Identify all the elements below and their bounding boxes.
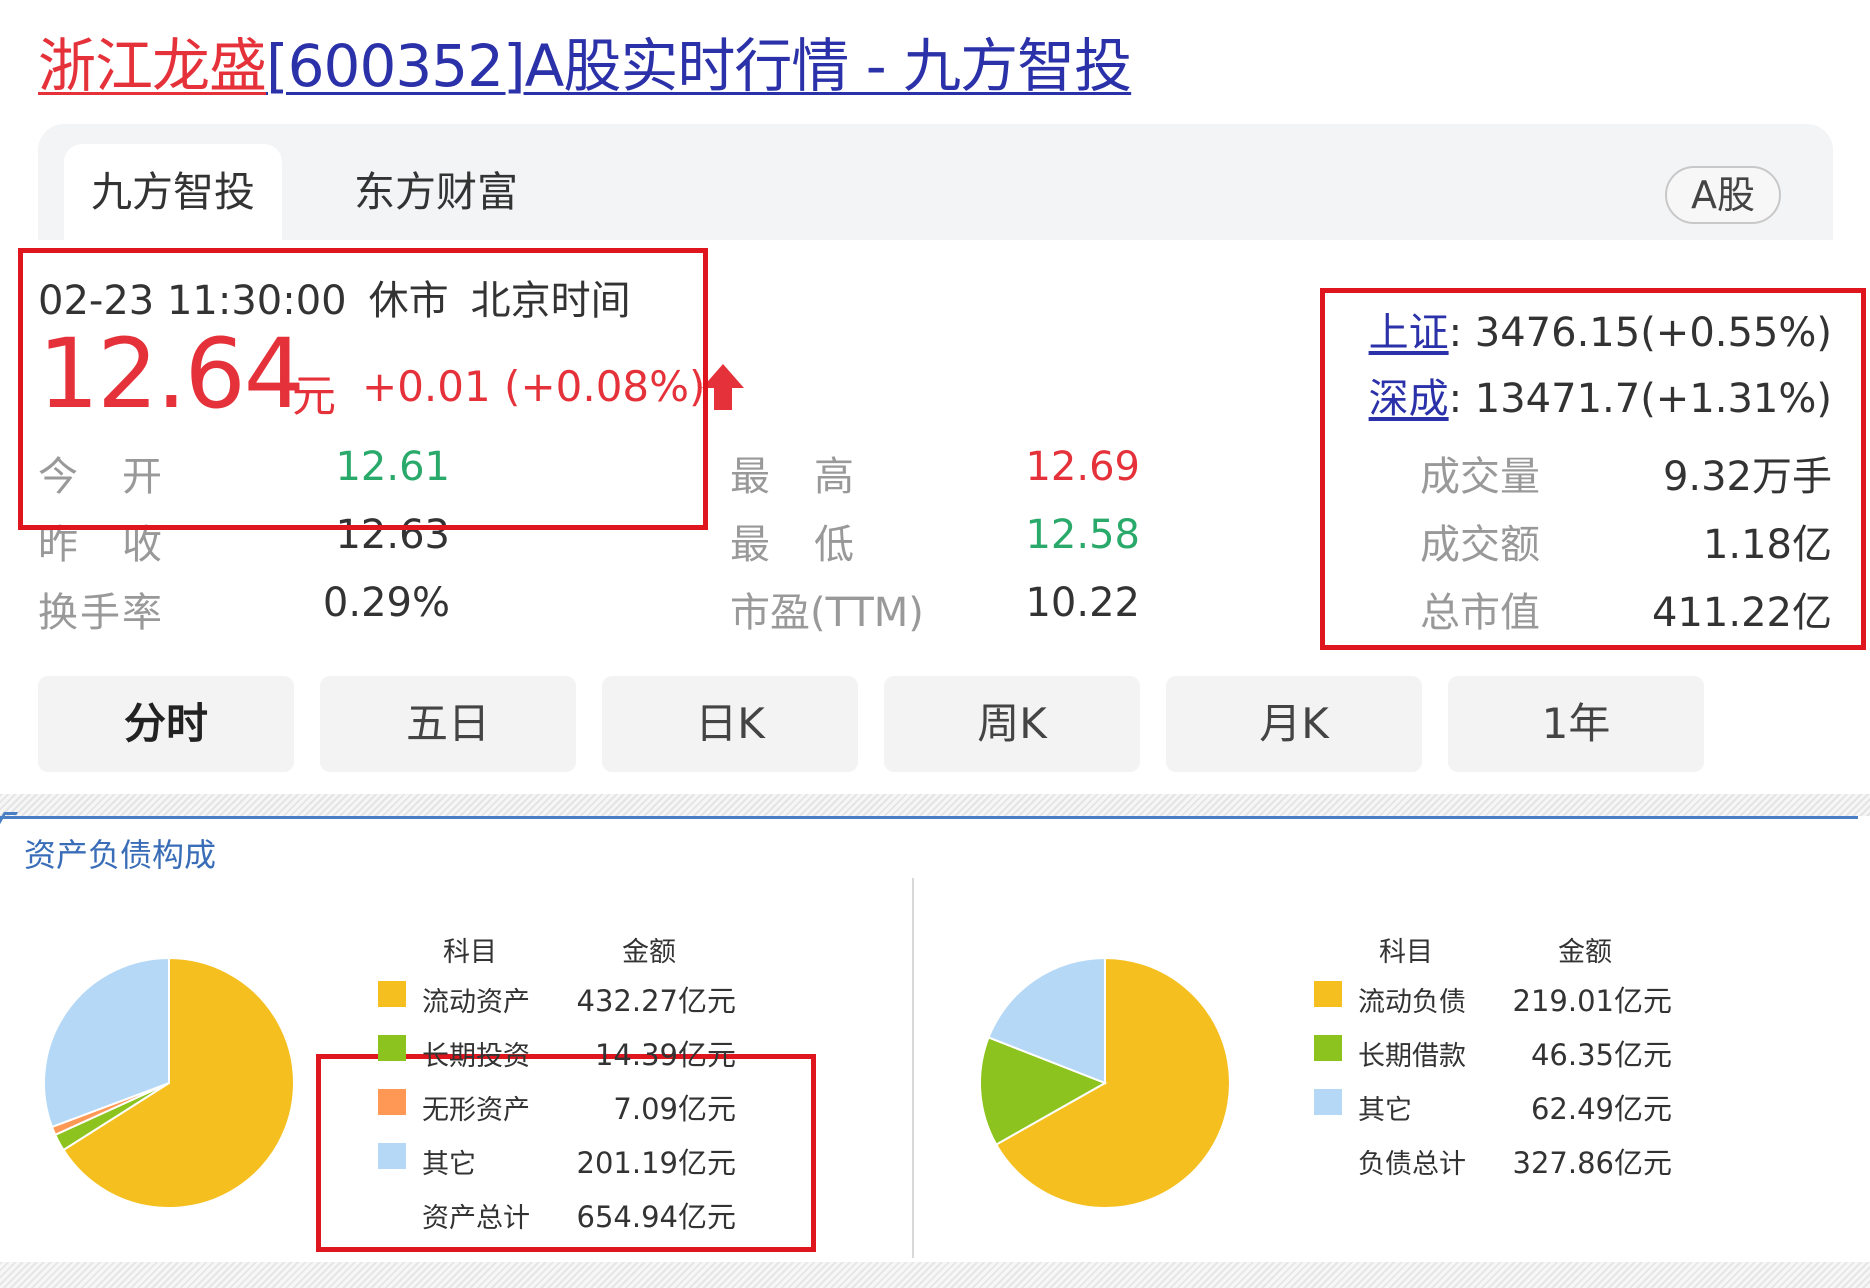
amount-label: 成交额 bbox=[1420, 522, 1540, 568]
legend-amount-intangible-assets: 7.09亿元 bbox=[613, 1092, 736, 1126]
legend-swatch-long-term-loans bbox=[1314, 1035, 1342, 1061]
pe-value: 10.22 bbox=[1025, 580, 1140, 626]
tab-dongfang[interactable]: 东方财富 bbox=[316, 144, 556, 240]
current-price: 12.64 bbox=[38, 318, 305, 430]
price-change: +0.01 (+0.08%) bbox=[362, 362, 706, 411]
legend-amount-current-liabilities: 219.01亿元 bbox=[1512, 984, 1672, 1018]
timezone-label: 北京时间 bbox=[470, 278, 631, 324]
legend-amount-current-assets: 432.27亿元 bbox=[576, 984, 736, 1018]
pe-label: 市盈(TTM) bbox=[730, 590, 924, 636]
liabilities-pie-chart bbox=[979, 956, 1231, 1209]
source-tab-bar: 九方智投 东方财富 A股 bbox=[38, 124, 1833, 240]
period-btn-intraday[interactable]: 分时 bbox=[38, 676, 294, 772]
section-title: 资产负债构成 bbox=[24, 836, 217, 874]
market-status: 休市 bbox=[368, 278, 449, 324]
assets-legend-head-item: 科目 bbox=[443, 937, 497, 968]
amount-value: 1.18亿 bbox=[1702, 522, 1832, 568]
legend-amount-other-liabilities: 62.49亿元 bbox=[1530, 1092, 1672, 1126]
legend-name-intangible-assets: 无形资产 bbox=[422, 1095, 530, 1126]
turnover-label: 换手率 bbox=[38, 590, 164, 636]
period-btn-monthly-k[interactable]: 月K bbox=[1166, 676, 1422, 772]
turnover-value: 0.29% bbox=[322, 580, 450, 626]
legend-swatch-current-assets bbox=[378, 981, 406, 1007]
mcap-value: 411.22亿 bbox=[1652, 590, 1832, 636]
legend-amount-long-term-investment: 14.39亿元 bbox=[594, 1038, 736, 1072]
legend-swatch-other-assets bbox=[378, 1143, 406, 1169]
high-value: 12.69 bbox=[1025, 444, 1140, 490]
high-label: 最 高 bbox=[730, 454, 856, 500]
legend-name-current-assets: 流动资产 bbox=[422, 987, 530, 1018]
period-btn-weekly-k[interactable]: 周K bbox=[884, 676, 1140, 772]
page-title[interactable]: 浙江龙盛[600352]A股实时行情 - 九方智投 bbox=[38, 30, 1132, 102]
liab-legend-head-item: 科目 bbox=[1379, 937, 1433, 968]
legend-name-other-liabilities: 其它 bbox=[1358, 1095, 1412, 1126]
stock-name-link[interactable]: 浙江龙盛 bbox=[38, 32, 267, 100]
legend-name-other-assets: 其它 bbox=[422, 1149, 476, 1180]
legend-amount-other-assets: 201.19亿元 bbox=[576, 1146, 736, 1180]
volume-label: 成交量 bbox=[1420, 454, 1540, 500]
assets-legend-head-amount: 金额 bbox=[622, 937, 676, 968]
mcap-label: 总市值 bbox=[1420, 590, 1540, 636]
stock-title-link[interactable]: [600352]A股实时行情 - 九方智投 bbox=[266, 32, 1132, 100]
low-value: 12.58 bbox=[1025, 512, 1140, 558]
legend-name-long-term-loans: 长期借款 bbox=[1358, 1041, 1466, 1072]
legend-amount-long-term-loans: 46.35亿元 bbox=[1530, 1038, 1672, 1072]
legend-swatch-long-term-investment bbox=[378, 1035, 406, 1061]
open-value: 12.61 bbox=[335, 444, 450, 490]
legend-swatch-intangible-assets bbox=[378, 1089, 406, 1115]
period-btn-1year[interactable]: 1年 bbox=[1448, 676, 1704, 772]
liab-legend-head-amount: 金额 bbox=[1558, 937, 1612, 968]
period-btn-5day[interactable]: 五日 bbox=[320, 676, 576, 772]
a-share-badge[interactable]: A股 bbox=[1665, 166, 1781, 224]
price-unit: 元 bbox=[292, 371, 336, 422]
legend-name-total-assets: 资产总计 bbox=[422, 1203, 530, 1234]
sh-index-link[interactable]: 上证 bbox=[1369, 310, 1449, 356]
legend-name-total-liabilities: 负债总计 bbox=[1358, 1149, 1466, 1180]
volume-value: 9.32万手 bbox=[1662, 454, 1832, 500]
tab-jiufang[interactable]: 九方智投 bbox=[64, 144, 282, 240]
sz-index-value: : 13471.7(+1.31%) bbox=[1448, 376, 1832, 422]
prev-close-value: 12.63 bbox=[335, 512, 450, 558]
legend-swatch-current-liabilities bbox=[1314, 981, 1342, 1007]
section-separator bbox=[0, 794, 1870, 816]
low-label: 最 低 bbox=[730, 522, 856, 568]
legend-name-long-term-investment: 长期投资 bbox=[422, 1041, 530, 1072]
prev-close-label: 昨 收 bbox=[38, 522, 164, 568]
bottom-separator bbox=[0, 1262, 1870, 1288]
sh-index-line[interactable]: 上证: 3476.15(+0.55%) bbox=[1369, 300, 1832, 358]
sh-index-value: : 3476.15(+0.55%) bbox=[1448, 310, 1832, 356]
legend-amount-total-assets: 654.94亿元 bbox=[576, 1200, 736, 1234]
legend-amount-total-liabilities: 327.86亿元 bbox=[1512, 1146, 1672, 1180]
up-arrow-icon bbox=[702, 364, 744, 410]
sz-index-link[interactable]: 深成 bbox=[1369, 376, 1449, 422]
open-label: 今 开 bbox=[38, 454, 164, 500]
sz-index-line[interactable]: 深成: 13471.7(+1.31%) bbox=[1369, 366, 1832, 424]
legend-name-current-liabilities: 流动负债 bbox=[1358, 987, 1466, 1018]
legend-swatch-other-liabilities bbox=[1314, 1089, 1342, 1115]
section-header bbox=[0, 816, 1858, 876]
panel-divider bbox=[912, 878, 914, 1258]
period-btn-daily-k[interactable]: 日K bbox=[602, 676, 858, 772]
assets-pie-chart bbox=[43, 956, 295, 1209]
